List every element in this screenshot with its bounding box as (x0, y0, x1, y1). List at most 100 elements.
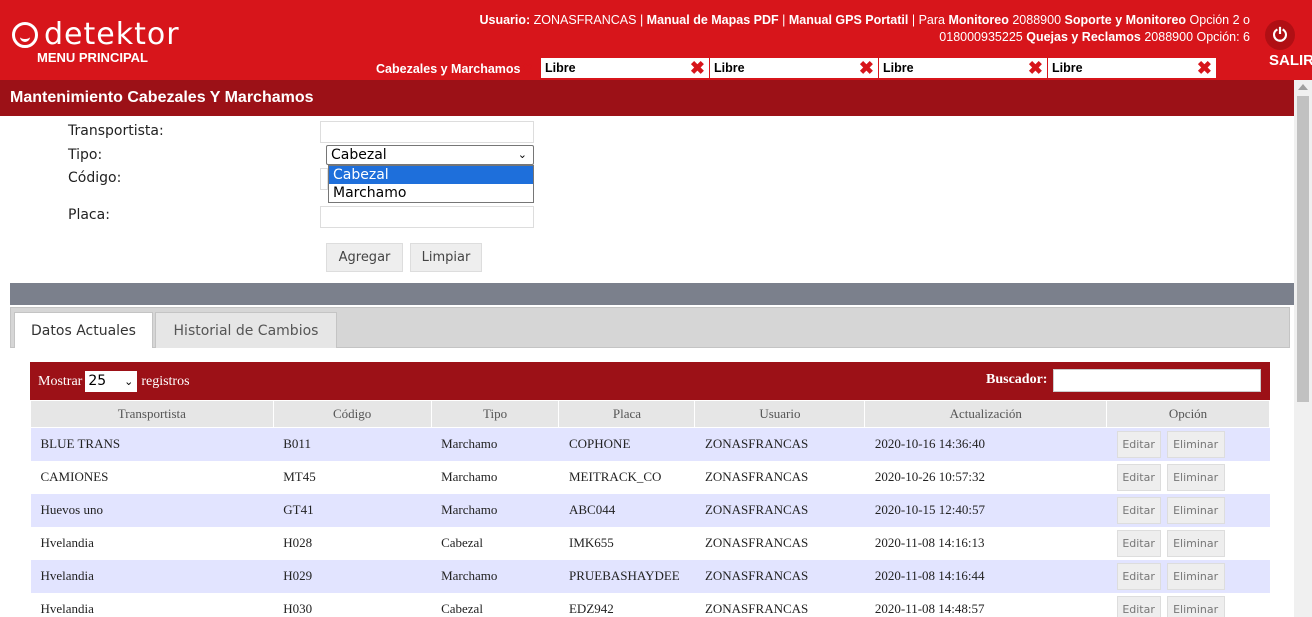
detektor-logo-icon (12, 22, 38, 48)
tipo-select[interactable]: Cabezal ⌄ (326, 145, 534, 165)
tab-datos-actuales[interactable]: Datos Actuales (14, 312, 153, 348)
table-row: CAMIONES MT45 Marchamo MEITRACK_CO ZONASFRAN… (30, 460, 1270, 494)
row-options: Editar Eliminar (1106, 526, 1270, 560)
scroll-up-icon[interactable] (1298, 84, 1308, 90)
close-icon[interactable]: ✖ (1197, 58, 1212, 78)
menu-principal-link[interactable]: MENU PRINCIPAL (37, 50, 148, 65)
edit-button[interactable]: Editar (1116, 562, 1161, 590)
delete-button[interactable]: Eliminar (1166, 562, 1225, 590)
buscador-label: Buscador: (986, 372, 1048, 387)
power-icon[interactable]: ⏻ (1265, 20, 1295, 50)
tab-libre-2[interactable]: Libre ✖ (710, 58, 878, 78)
delete-button[interactable]: Eliminar (1166, 463, 1225, 491)
table-cell: Huevos uno (30, 493, 274, 527)
tab-libre-4[interactable]: Libre ✖ (1048, 58, 1216, 78)
edit-button[interactable]: Editar (1116, 496, 1161, 524)
table-cell: 2020-11-08 14:16:44 (864, 559, 1107, 593)
tab-cabezales-marchamos[interactable]: Cabezales y Marchamos ✖ (372, 58, 533, 80)
table-cell: Hvelandia (30, 559, 274, 593)
table-cell: ZONASFRANCAS (694, 592, 865, 617)
chevron-down-icon: ⌄ (517, 148, 527, 161)
col-actualizacion[interactable]: Actualización (864, 400, 1108, 428)
col-placa[interactable]: Placa (558, 400, 696, 428)
buscador-input[interactable] (1053, 369, 1261, 392)
table-cell: Marchamo (431, 559, 559, 593)
table-cell: H030 (273, 592, 432, 617)
table-cell: 2020-10-15 12:40:57 (864, 493, 1107, 527)
manual-mapas-link[interactable]: Manual de Mapas PDF (647, 13, 779, 27)
table-cell: 2020-11-08 14:48:57 (864, 592, 1107, 617)
edit-button[interactable]: Editar (1116, 430, 1161, 458)
row-options: Editar Eliminar (1106, 460, 1270, 494)
table-cell: H028 (273, 526, 432, 560)
table-cell: Hvelandia (30, 592, 274, 617)
page-title: Mantenimiento Cabezales Y Marchamos (0, 80, 1294, 116)
close-icon[interactable]: ✖ (523, 62, 533, 76)
col-usuario[interactable]: Usuario (694, 400, 866, 428)
row-options: Editar Eliminar (1106, 559, 1270, 593)
table-row: Hvelandia H030 Cabezal EDZ942 ZONASFRANCAS 20… (30, 592, 1270, 617)
placa-label: Placa: (68, 207, 110, 223)
table-cell: ZONASFRANCAS (694, 493, 865, 527)
section-divider (10, 283, 1294, 305)
close-icon[interactable]: ✖ (690, 58, 705, 78)
col-transportista[interactable]: Transportista (30, 400, 274, 428)
table-cell: Marchamo (431, 427, 559, 461)
edit-button[interactable]: Editar (1116, 463, 1161, 491)
table-toolbar: Mostrar 25 ⌄ registros Buscador: (30, 362, 1270, 400)
delete-button[interactable]: Eliminar (1166, 430, 1225, 458)
limpiar-button[interactable]: Limpiar (410, 243, 482, 272)
data-table: Transportista Código Tipo Placa Usuario … (30, 400, 1270, 617)
table-cell: H029 (273, 559, 432, 593)
table-row: Hvelandia H028 Cabezal IMK655 ZONASFRANCAS 20… (30, 526, 1270, 560)
row-options: Editar Eliminar (1106, 592, 1270, 617)
transportista-input[interactable] (320, 121, 534, 143)
salir-button[interactable]: SALIR (1269, 52, 1312, 69)
delete-button[interactable]: Eliminar (1166, 496, 1225, 524)
table-cell: 2020-11-08 14:16:13 (864, 526, 1107, 560)
table-row: Huevos uno GT41 Marchamo ABC044 ZONASFRANCAS… (30, 493, 1270, 527)
delete-button[interactable]: Eliminar (1166, 529, 1225, 557)
table-cell: GT41 (273, 493, 432, 527)
delete-button[interactable]: Eliminar (1166, 595, 1225, 617)
manual-gps-link[interactable]: Manual GPS Portatil (789, 13, 908, 27)
detektor-logo[interactable]: detektor (12, 17, 180, 52)
codigo-input[interactable] (320, 168, 328, 190)
close-icon[interactable]: ✖ (859, 58, 874, 78)
placa-input[interactable] (320, 206, 534, 228)
tab-historial-cambios[interactable]: Historial de Cambios (155, 312, 337, 348)
edit-button[interactable]: Editar (1116, 595, 1161, 617)
tipo-dropdown-list[interactable]: Cabezal Marchamo (328, 165, 534, 203)
edit-button[interactable]: Editar (1116, 529, 1161, 557)
table-cell: Hvelandia (30, 526, 274, 560)
page-length-control: Mostrar 25 ⌄ registros (38, 371, 190, 392)
logo-text: detektor (44, 17, 180, 52)
col-tipo[interactable]: Tipo (430, 400, 560, 428)
agregar-button[interactable]: Agregar (326, 243, 403, 272)
table-cell: Cabezal (431, 592, 559, 617)
tipo-option-marchamo[interactable]: Marchamo (329, 184, 533, 202)
row-options: Editar Eliminar (1106, 427, 1270, 461)
page-length-select[interactable]: 25 ⌄ (85, 371, 138, 392)
top-info: Usuario: ZONASFRANCAS | Manual de Mapas … (479, 13, 1250, 44)
table-cell: MEITRACK_CO (558, 460, 695, 494)
row-options: Editar Eliminar (1106, 493, 1270, 527)
tab-libre-3[interactable]: Libre ✖ (879, 58, 1047, 78)
table-cell: Marchamo (431, 460, 559, 494)
table-cell: ZONASFRANCAS (694, 526, 865, 560)
table-cell: Cabezal (431, 526, 559, 560)
close-icon[interactable]: ✖ (1028, 58, 1043, 78)
scroll-thumb[interactable] (1297, 96, 1309, 402)
col-opcion: Opción (1106, 400, 1270, 428)
table-cell: ZONASFRANCAS (694, 427, 865, 461)
table-cell: IMK655 (558, 526, 695, 560)
table-cell: EDZ942 (558, 592, 695, 617)
user-value: ZONASFRANCAS (533, 13, 637, 27)
table-cell: PRUEBASHAYDEE (558, 559, 695, 593)
table-cell: COPHONE (558, 427, 695, 461)
vertical-scrollbar[interactable] (1294, 80, 1312, 617)
tab-libre-1[interactable]: Libre ✖ (541, 58, 709, 78)
table-cell: MT45 (273, 460, 432, 494)
col-codigo[interactable]: Código (272, 400, 432, 428)
tipo-option-cabezal[interactable]: Cabezal (329, 166, 533, 184)
